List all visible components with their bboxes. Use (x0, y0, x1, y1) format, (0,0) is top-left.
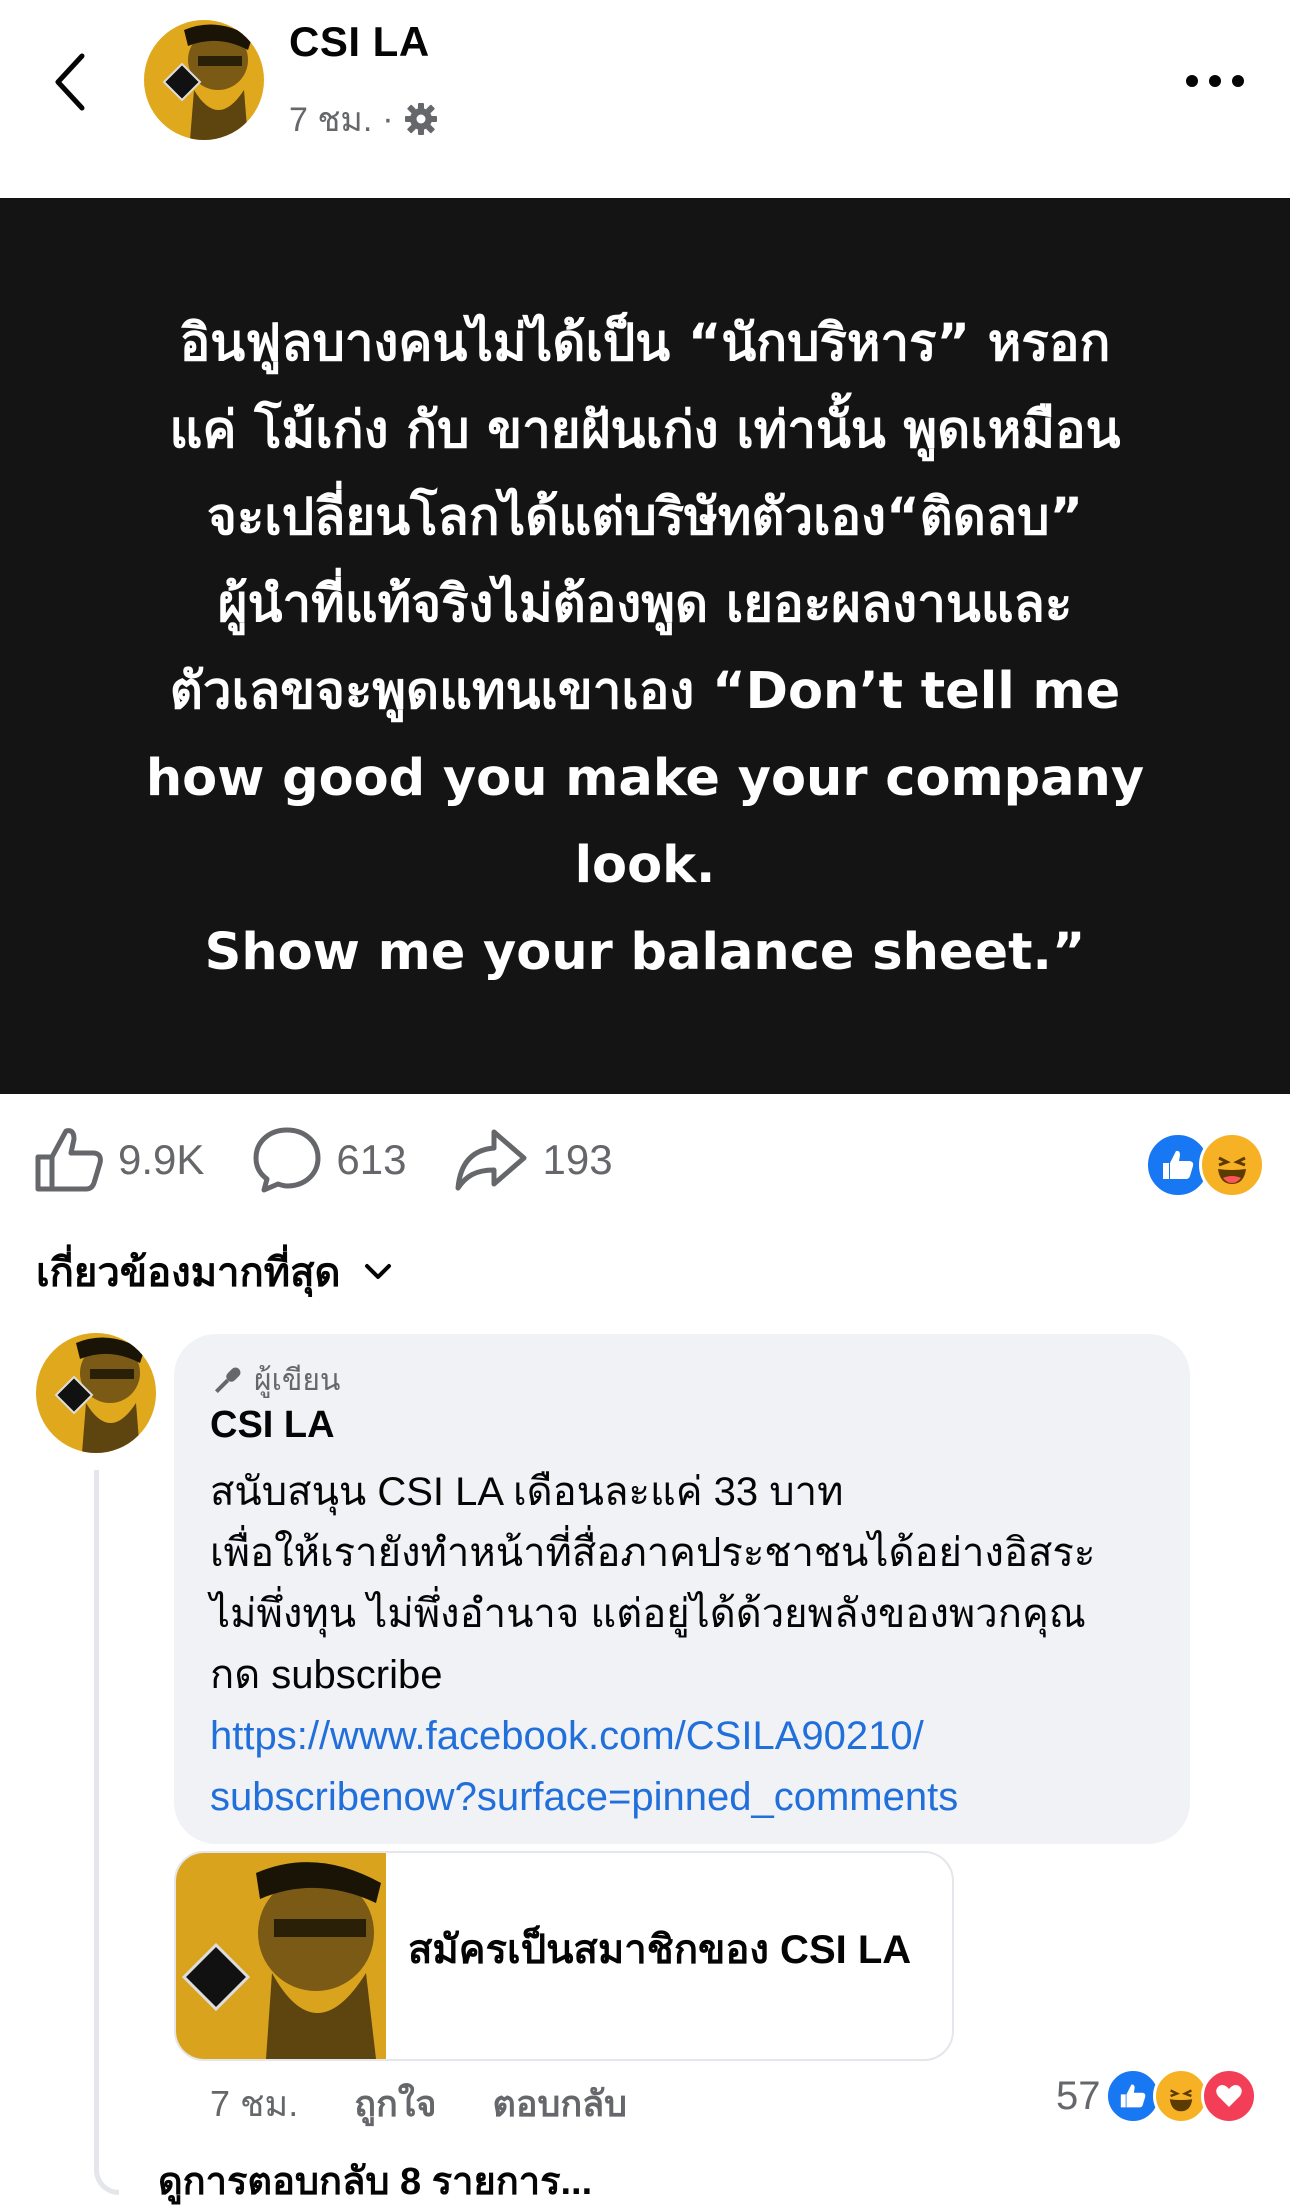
back-button[interactable] (44, 44, 96, 120)
comment-count: 613 (336, 1136, 407, 1183)
sort-label: เกี่ยวข้องมากที่สุด (36, 1251, 341, 1295)
comment-reply-button[interactable]: ตอบกลับ (492, 2075, 627, 2132)
like-button[interactable]: 9.9K (34, 1127, 204, 1193)
card-title: สมัครเป็นสมาชิกของ CSI LA (408, 1928, 912, 1972)
more-dots-icon (1186, 75, 1244, 87)
subscribe-card[interactable]: สมัครเป็นสมาชิกของ CSI LA (174, 1851, 954, 2061)
share-arrow-icon (455, 1129, 527, 1191)
chevron-left-icon (55, 53, 85, 111)
like-count: 9.9K (118, 1136, 205, 1183)
comment-bubble-icon (253, 1127, 321, 1193)
subscribe-link[interactable]: https://www.facebook.com/CSILA90210/ sub… (210, 1706, 1170, 1828)
comment-button[interactable]: 613 (252, 1126, 406, 1194)
author-badge-label: ผู้เขียน (254, 1364, 341, 1397)
chevron-down-icon (364, 1264, 391, 1279)
share-count: 193 (542, 1136, 613, 1183)
comment-reaction-count: 57 (1056, 2073, 1101, 2118)
haha-reaction-icon (1199, 1132, 1265, 1198)
reply-thread-line (94, 1470, 119, 2195)
comment-reactions[interactable]: 57 (1056, 2068, 1257, 2124)
microphone-icon (214, 1367, 241, 1393)
author-badge: ผู้เขียน (210, 1357, 340, 1404)
comment-author-name[interactable]: CSI LA (210, 1404, 335, 1447)
view-replies-link[interactable]: ดูการตอบกลับ 8 รายการ... (158, 2150, 592, 2211)
page-avatar[interactable] (144, 20, 264, 140)
page-name[interactable]: CSI LA (289, 18, 430, 66)
post-text: อินฟูลบางคนไม่ได้เป็น “นักบริหาร” หรอก แ… (145, 314, 1145, 982)
post-time: 7 ชม. (289, 101, 373, 139)
post-actions: 9.9K 613 193 (34, 1125, 661, 1195)
share-button[interactable]: 193 (454, 1128, 613, 1192)
comment-text: สนับสนุน CSI LA เดือนละแค่ 33 บาท เพื่อใ… (210, 1470, 1096, 1697)
commenter-avatar[interactable] (36, 1333, 156, 1453)
comment-like-button[interactable]: ถูกใจ (354, 2075, 436, 2132)
love-reaction-icon (1200, 2068, 1257, 2124)
gear-icon (404, 103, 437, 135)
post-reactions[interactable] (1145, 1132, 1265, 1198)
card-thumbnail (176, 1853, 386, 2059)
thumbs-up-icon (35, 1128, 103, 1192)
comment-sort-dropdown[interactable]: เกี่ยวข้องมากที่สุด (36, 1240, 393, 1304)
post-meta: 7 ชม. · (289, 92, 438, 146)
comment-meta: 7 ชม. ถูกใจ ตอบกลับ (210, 2075, 627, 2132)
comment-time: 7 ชม. (210, 2083, 299, 2124)
meta-separator: · (382, 99, 394, 138)
more-options-button[interactable] (1180, 60, 1250, 102)
